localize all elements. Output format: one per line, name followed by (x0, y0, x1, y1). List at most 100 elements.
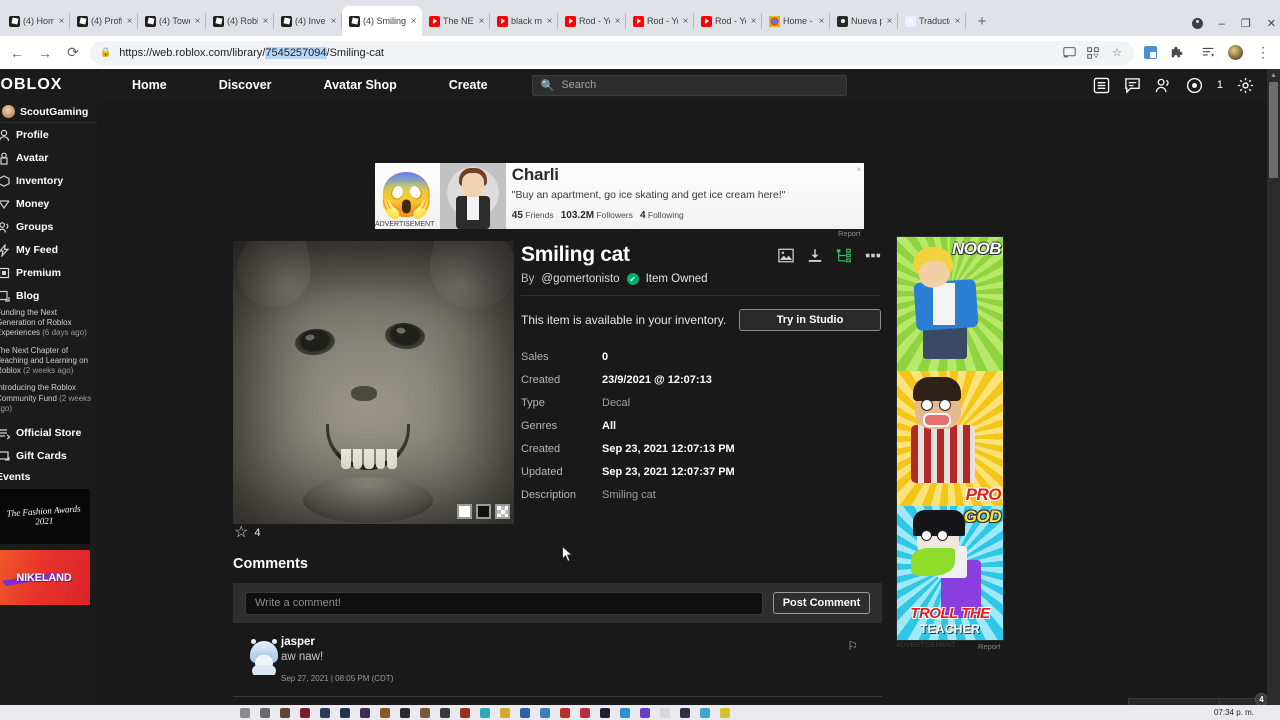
sidebar-item-profile[interactable]: Profile (0, 123, 97, 146)
list-icon[interactable] (1093, 77, 1110, 94)
star-icon[interactable]: ☆ (234, 525, 248, 541)
nav-link-avatar-shop[interactable]: Avatar Shop (298, 78, 423, 92)
nav-link-create[interactable]: Create (423, 78, 514, 92)
try-in-studio-button[interactable]: Try in Studio (739, 309, 881, 331)
search-input[interactable]: 🔍 Search (531, 74, 847, 96)
browser-tab[interactable]: (4) Roblox× (206, 6, 274, 36)
sidebar-item-premium[interactable]: Premium (0, 261, 97, 284)
sidebar-item-blog[interactable]: Blog (0, 284, 97, 307)
forward-icon[interactable]: → (34, 42, 56, 64)
taskbar-app-icon[interactable] (660, 707, 670, 718)
sidebar-blog-post[interactable]: Introducing the Roblox Community Fund (2… (0, 383, 96, 414)
taskbar-app-icon[interactable] (720, 707, 730, 718)
taskbar-app-icon[interactable] (420, 707, 430, 718)
image-icon[interactable] (778, 248, 794, 264)
browser-tab-close-icon[interactable]: × (193, 16, 202, 27)
roblox-logo[interactable]: ROBLOX (0, 76, 106, 94)
browser-tab-close-icon[interactable]: × (261, 16, 270, 27)
reload-icon[interactable]: ⟳ (62, 42, 84, 64)
maximize-button[interactable]: ❐ (1241, 17, 1251, 30)
browser-tab[interactable]: (4) Tower× (138, 6, 206, 36)
extension-puzzle-icon[interactable] (1166, 42, 1188, 64)
browser-tab-close-icon[interactable]: × (545, 16, 554, 27)
comment-author[interactable]: jasper (281, 636, 882, 648)
browser-tab-close-icon[interactable]: × (953, 16, 962, 27)
taskbar-clock[interactable]: 07:34 p. m. (1214, 708, 1280, 717)
taskbar-app-icon[interactable] (520, 707, 530, 718)
taskbar-app-icon[interactable] (360, 707, 370, 718)
browser-tab[interactable]: (4) Smiling × (342, 6, 422, 36)
browser-tab[interactable]: (4) Profile× (70, 6, 138, 36)
new-tab-button[interactable]: + (972, 13, 992, 30)
scroll-up-arrow[interactable]: ▲ (1267, 69, 1280, 82)
taskbar-app-icon[interactable] (400, 707, 410, 718)
sidebar-item-groups[interactable]: Groups (0, 215, 97, 238)
taskbar-app-icon[interactable] (580, 707, 590, 718)
taskbar-app-icon[interactable] (260, 707, 270, 718)
post-comment-button[interactable]: Post Comment (773, 592, 870, 614)
browser-tab-close-icon[interactable]: × (125, 16, 134, 27)
browser-tab-close-icon[interactable]: × (477, 16, 486, 27)
taskbar-app-icon[interactable] (380, 707, 390, 718)
sidebar-user[interactable]: ScoutGaming (2, 101, 97, 123)
item-preview-image[interactable] (233, 241, 514, 524)
extension-translate-icon[interactable] (1144, 46, 1157, 59)
sidebar-item-official-store[interactable]: Official Store (0, 421, 97, 444)
scrollbar-thumb[interactable] (1269, 82, 1278, 178)
swatch-transparent[interactable] (495, 504, 510, 519)
qr-code-icon[interactable] (1086, 46, 1100, 60)
browser-tab[interactable]: Rod - You× (626, 6, 694, 36)
taskbar-app-icon[interactable] (500, 707, 510, 718)
robux-icon[interactable] (1186, 77, 1203, 94)
browser-tab[interactable]: Nueva pe× (830, 6, 898, 36)
browser-tab-close-icon[interactable]: × (885, 16, 894, 27)
author-link[interactable]: @gomertonisto (541, 273, 619, 285)
profile-pill-icon[interactable] (1191, 18, 1203, 29)
more-options-icon[interactable] (865, 248, 881, 264)
browser-tab[interactable]: (4) Invent× (274, 6, 342, 36)
profile-avatar-icon[interactable] (1228, 45, 1243, 60)
chat-icon[interactable] (1124, 77, 1141, 94)
flag-icon[interactable]: ⚐ (847, 639, 858, 653)
report-link-right[interactable]: Report (978, 642, 1001, 651)
hierarchy-icon[interactable] (836, 248, 852, 264)
browser-tab-close-icon[interactable]: × (613, 16, 622, 27)
sidebar-ad-nikeland[interactable]: NIKELAND (0, 550, 90, 606)
taskbar-app-icon[interactable] (300, 707, 310, 718)
taskbar-app-icon[interactable] (700, 707, 710, 718)
taskbar-app-icon[interactable] (340, 707, 350, 718)
minimize-button[interactable]: – (1219, 18, 1225, 30)
taskbar-app-icon[interactable] (480, 707, 490, 718)
swatch-black[interactable] (476, 504, 491, 519)
nav-link-discover[interactable]: Discover (193, 78, 298, 92)
taskbar-app-icon[interactable] (280, 707, 290, 718)
right-advertisement[interactable]: NOOB PRO GOD TROLL THE TEACHER (896, 236, 1004, 641)
taskbar-app-icon[interactable] (440, 707, 450, 718)
back-icon[interactable]: ← (6, 42, 28, 64)
swatch-white[interactable] (457, 504, 472, 519)
browser-tab-close-icon[interactable]: × (329, 16, 338, 27)
taskbar-app-icon[interactable] (600, 707, 610, 718)
sidebar-blog-post[interactable]: Funding the Next Generation of Roblox Ex… (0, 308, 96, 339)
comment-input[interactable]: Write a comment! (245, 591, 763, 615)
taskbar-app-icon[interactable] (320, 707, 330, 718)
browser-tab[interactable]: The NEW× (422, 6, 490, 36)
browser-tab-close-icon[interactable]: × (681, 16, 690, 27)
browser-tab-close-icon[interactable]: × (817, 16, 826, 27)
close-window-button[interactable]: ✕ (1267, 17, 1276, 30)
browser-tab-close-icon[interactable]: × (409, 16, 418, 27)
download-icon[interactable] (807, 248, 823, 264)
page-scrollbar[interactable]: ▲ ▼ (1267, 69, 1280, 720)
sidebar-item-avatar[interactable]: Avatar (0, 146, 97, 169)
address-bar[interactable]: 🔒 https://web.roblox.com/library/7545257… (90, 40, 1134, 65)
taskbar-app-icon[interactable] (560, 707, 570, 718)
sidebar-item-gift-cards[interactable]: Gift Cards (0, 444, 97, 467)
browser-tab[interactable]: (4) Home× (2, 6, 70, 36)
browser-tab[interactable]: Home - C× (762, 6, 830, 36)
browser-tab[interactable]: Rod - You× (558, 6, 626, 36)
browser-tab[interactable]: ATraductor× (898, 6, 966, 36)
taskbar-app-icon[interactable] (460, 707, 470, 718)
bookmark-star-icon[interactable]: ☆ (1110, 46, 1124, 60)
sidebar-item-my-feed[interactable]: My Feed (0, 238, 97, 261)
reading-list-icon[interactable] (1197, 42, 1219, 64)
